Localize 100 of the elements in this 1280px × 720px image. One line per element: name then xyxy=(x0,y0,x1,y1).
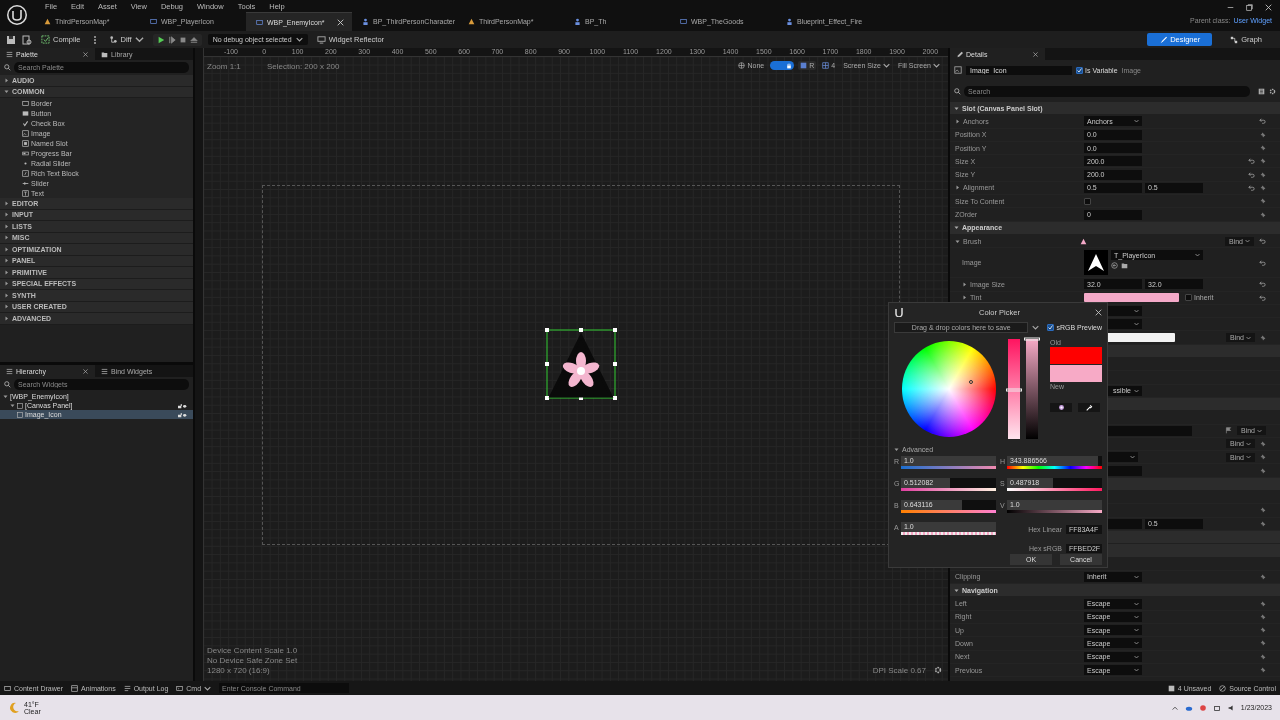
step-icon[interactable] xyxy=(167,35,176,44)
pin-icon[interactable] xyxy=(1260,507,1266,514)
use-selected-icon[interactable] xyxy=(1111,262,1118,270)
collapsed-arrow-icon[interactable] xyxy=(4,212,9,218)
collapsed-arrow-icon[interactable] xyxy=(4,292,9,298)
expanded-arrow-icon[interactable] xyxy=(4,89,9,95)
reset-icon[interactable] xyxy=(1259,294,1266,301)
pin-icon[interactable] xyxy=(1260,158,1266,165)
flag-icon[interactable] xyxy=(1225,427,1232,435)
collapsed-arrow-icon[interactable] xyxy=(4,235,9,241)
image-icon xyxy=(954,66,962,74)
close-icon[interactable] xyxy=(1095,308,1102,316)
film-icon xyxy=(71,684,79,692)
collapsed-arrow-icon[interactable] xyxy=(4,246,9,252)
collapsed-arrow-icon[interactable] xyxy=(4,304,9,310)
speaker-icon[interactable] xyxy=(1226,703,1235,712)
checkbox[interactable] xyxy=(1084,197,1091,205)
settings-icon[interactable] xyxy=(934,666,942,674)
table-icon[interactable] xyxy=(1258,87,1265,95)
app-icon[interactable] xyxy=(1198,703,1207,712)
collapsed-arrow-icon[interactable] xyxy=(4,77,9,83)
expanded-arrow-icon[interactable] xyxy=(955,238,960,244)
caret-icon xyxy=(1134,309,1139,313)
pin-icon[interactable] xyxy=(1260,211,1266,218)
pin-icon[interactable] xyxy=(1260,440,1266,447)
visibility-icon[interactable] xyxy=(175,411,189,418)
gradient-slider[interactable] xyxy=(1008,339,1021,439)
collapsed-arrow-icon[interactable] xyxy=(962,295,967,301)
close-icon[interactable] xyxy=(82,50,89,58)
collapsed-arrow-icon[interactable] xyxy=(955,185,960,191)
pin-icon[interactable] xyxy=(1260,600,1266,607)
restore-icon[interactable] xyxy=(1246,4,1253,11)
collapsed-arrow-icon[interactable] xyxy=(4,281,9,287)
caret-icon xyxy=(1246,455,1251,460)
collapsed-arrow-icon[interactable] xyxy=(4,258,9,264)
globe-icon xyxy=(738,62,746,69)
color-wheel-button[interactable] xyxy=(1050,403,1072,412)
pin-icon[interactable] xyxy=(1260,667,1266,673)
folder-icon[interactable] xyxy=(1121,262,1128,270)
pin-icon[interactable] xyxy=(1260,653,1266,660)
pin-icon[interactable] xyxy=(1260,573,1266,580)
close-icon[interactable] xyxy=(1265,4,1272,11)
pin-icon[interactable] xyxy=(1260,145,1266,152)
collapsed-arrow-icon[interactable] xyxy=(4,269,9,275)
blueprint-icon xyxy=(574,18,581,25)
collapsed-arrow-icon[interactable] xyxy=(962,281,967,287)
pin-icon[interactable] xyxy=(1260,184,1266,191)
texture-thumbnail[interactable] xyxy=(1084,250,1108,276)
pin-icon[interactable] xyxy=(1260,198,1266,205)
reset-icon[interactable] xyxy=(1259,259,1266,266)
text-icon xyxy=(22,189,29,197)
collapsed-arrow-icon[interactable] xyxy=(4,315,9,321)
reset-icon[interactable] xyxy=(1259,238,1266,245)
close-icon[interactable] xyxy=(82,367,89,375)
color-swatch[interactable] xyxy=(1084,293,1179,303)
eyedropper-icon xyxy=(1085,404,1093,411)
play-icon[interactable] xyxy=(156,35,165,44)
expanded-arrow-icon[interactable] xyxy=(894,447,899,452)
display-icon[interactable] xyxy=(1212,703,1221,712)
lock-toggle[interactable] xyxy=(770,61,795,70)
stop-icon[interactable] xyxy=(178,35,187,44)
pin-icon[interactable] xyxy=(1260,640,1266,647)
minimize-icon[interactable] xyxy=(1227,4,1234,11)
close-icon[interactable] xyxy=(1032,50,1039,58)
pin-icon[interactable] xyxy=(1260,613,1266,620)
caret-icon xyxy=(295,36,303,43)
save-icon[interactable] xyxy=(6,34,16,45)
gradient-slider[interactable] xyxy=(1026,339,1038,439)
expanded-arrow-icon[interactable] xyxy=(954,225,959,231)
collapsed-arrow-icon[interactable] xyxy=(4,223,9,229)
slider-handle[interactable] xyxy=(1006,388,1023,392)
search-icon xyxy=(4,381,11,388)
reset-icon[interactable] xyxy=(1248,184,1255,191)
pin-icon[interactable] xyxy=(1260,131,1266,138)
eyedropper-button[interactable] xyxy=(1078,403,1100,412)
pin-icon[interactable] xyxy=(1260,334,1266,341)
pin-icon[interactable] xyxy=(1260,467,1266,474)
engine-logo[interactable] xyxy=(6,4,28,26)
selected-icon-widget[interactable] xyxy=(545,328,617,400)
pin-icon[interactable] xyxy=(1260,520,1266,527)
diff-icon xyxy=(108,35,118,44)
browse-icon[interactable] xyxy=(22,34,32,45)
collapsed-arrow-icon[interactable] xyxy=(4,200,9,206)
visibility-icon[interactable] xyxy=(175,402,189,409)
settings-icon[interactable] xyxy=(1269,87,1276,95)
caret-icon xyxy=(1134,668,1139,672)
close-icon[interactable] xyxy=(337,18,344,26)
eject-icon[interactable] xyxy=(189,35,198,44)
reset-icon[interactable] xyxy=(1259,281,1266,288)
button-icon xyxy=(22,109,29,117)
pin-icon[interactable] xyxy=(1260,171,1266,178)
reset-icon[interactable] xyxy=(1248,171,1255,178)
slider-handle[interactable] xyxy=(1024,337,1041,341)
reset-icon[interactable] xyxy=(1259,118,1266,125)
pin-icon[interactable] xyxy=(1260,454,1266,461)
expanded-arrow-icon[interactable] xyxy=(954,105,959,111)
collapsed-arrow-icon[interactable] xyxy=(955,118,960,124)
pin-icon[interactable] xyxy=(1260,627,1266,634)
reset-icon[interactable] xyxy=(1248,158,1255,165)
expanded-arrow-icon[interactable] xyxy=(954,587,959,593)
